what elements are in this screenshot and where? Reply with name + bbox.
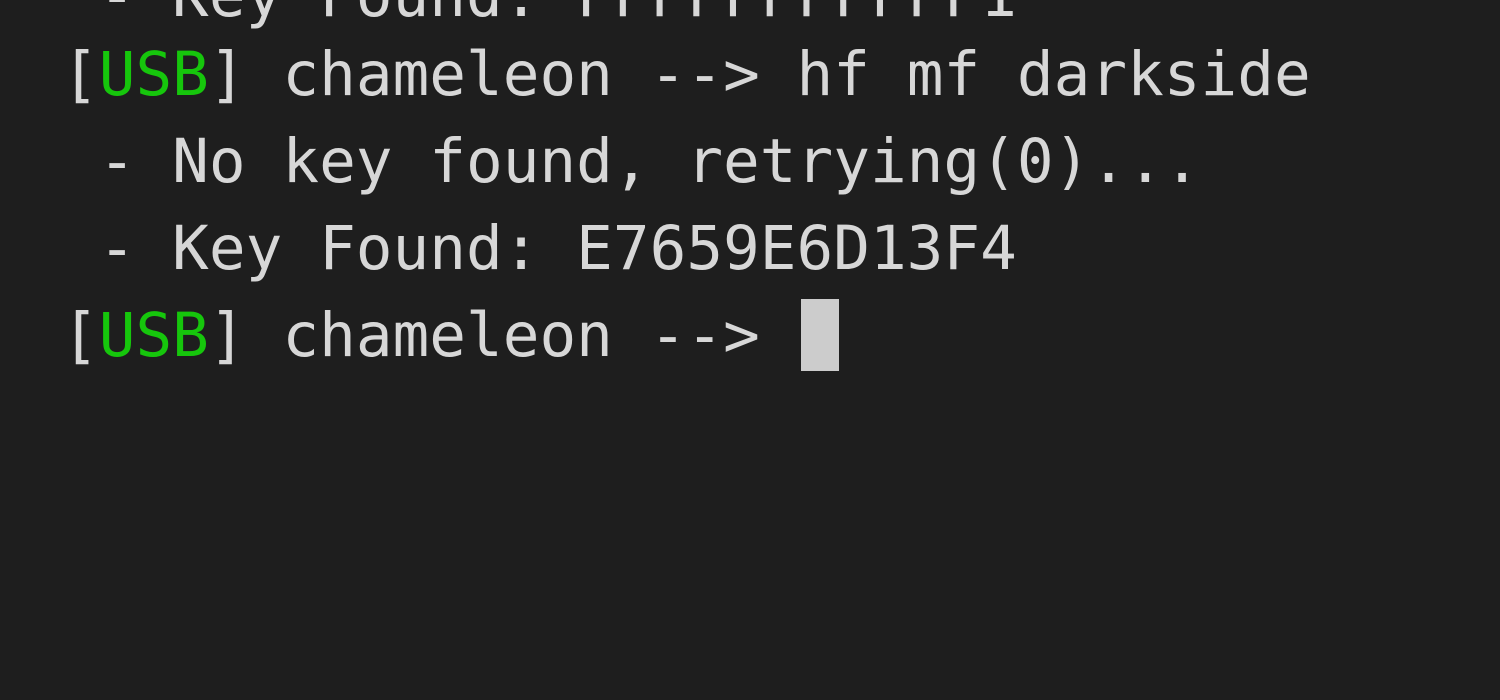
prompt-bracket-open: [ xyxy=(62,300,99,371)
prompt-bracket-close: ] xyxy=(208,39,246,110)
prompt-bracket-close: ] xyxy=(208,300,246,371)
output-text: - Key Found: E7659E6D13F4 xyxy=(62,213,1017,284)
prompt-line-active[interactable]: [USB] chameleon --> xyxy=(62,292,839,379)
prompt-text: chameleon --> xyxy=(245,39,797,110)
prompt-text: chameleon --> xyxy=(245,300,797,371)
output-text: - Key Found: FFFFFFFFFFF1 xyxy=(62,0,1017,31)
output-line-retry: - No key found, retrying(0)... xyxy=(62,118,1201,205)
output-text: - No key found, retrying(0)... xyxy=(62,126,1201,197)
text-cursor xyxy=(800,299,839,372)
prompt-line-command: [USB] chameleon --> hf mf darkside xyxy=(62,31,1311,118)
terminal-window[interactable]: - Key Found: FFFFFFFFFFF1 [USB] chameleo… xyxy=(0,0,1500,700)
output-line-key-found: - Key Found: E7659E6D13F4 xyxy=(62,205,1017,292)
entered-command: hf mf darkside xyxy=(796,39,1311,110)
prompt-bracket-open: [ xyxy=(62,39,99,110)
connection-tag-usb: USB xyxy=(98,300,209,371)
connection-tag-usb: USB xyxy=(98,39,209,110)
